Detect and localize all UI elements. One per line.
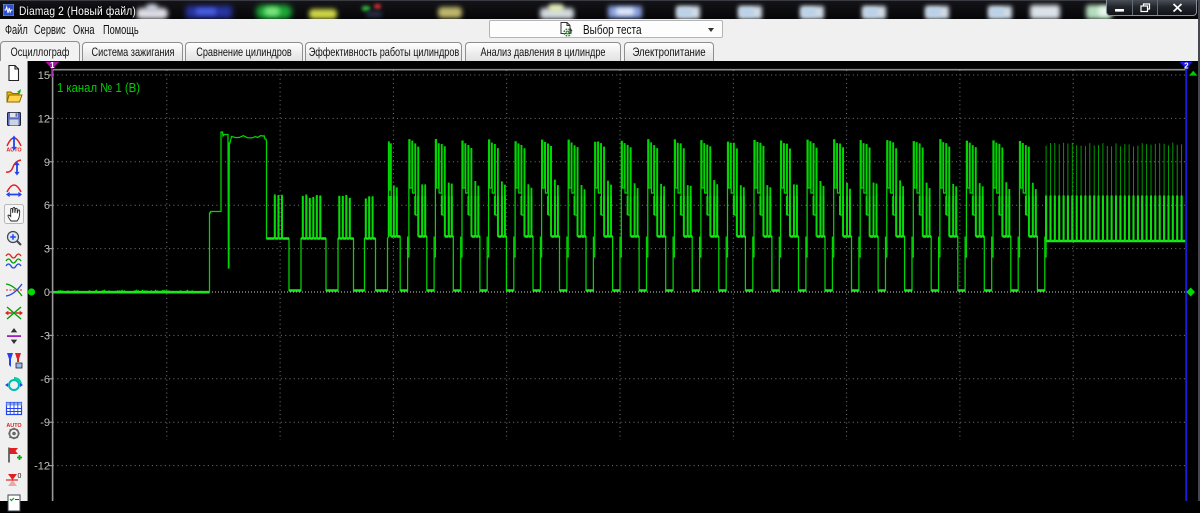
svg-text:15: 15 xyxy=(38,70,50,82)
svg-text:0: 0 xyxy=(18,473,22,480)
svg-text:-3: -3 xyxy=(40,330,50,342)
svg-text:1 канал № 1 (В): 1 канал № 1 (В) xyxy=(57,80,140,95)
svg-text:0: 0 xyxy=(44,287,50,299)
svg-text:3: 3 xyxy=(44,244,50,256)
svg-text:12: 12 xyxy=(38,113,50,125)
svg-text:1: 1 xyxy=(50,61,55,70)
svg-text:-12: -12 xyxy=(34,461,50,473)
svg-text:AUTO: AUTO xyxy=(6,148,21,154)
svg-text:9: 9 xyxy=(44,157,50,169)
svg-text:6: 6 xyxy=(44,200,50,212)
svg-text:2: 2 xyxy=(1184,62,1189,71)
svg-text:-6: -6 xyxy=(40,374,50,386)
svg-text:-9: -9 xyxy=(40,417,50,429)
